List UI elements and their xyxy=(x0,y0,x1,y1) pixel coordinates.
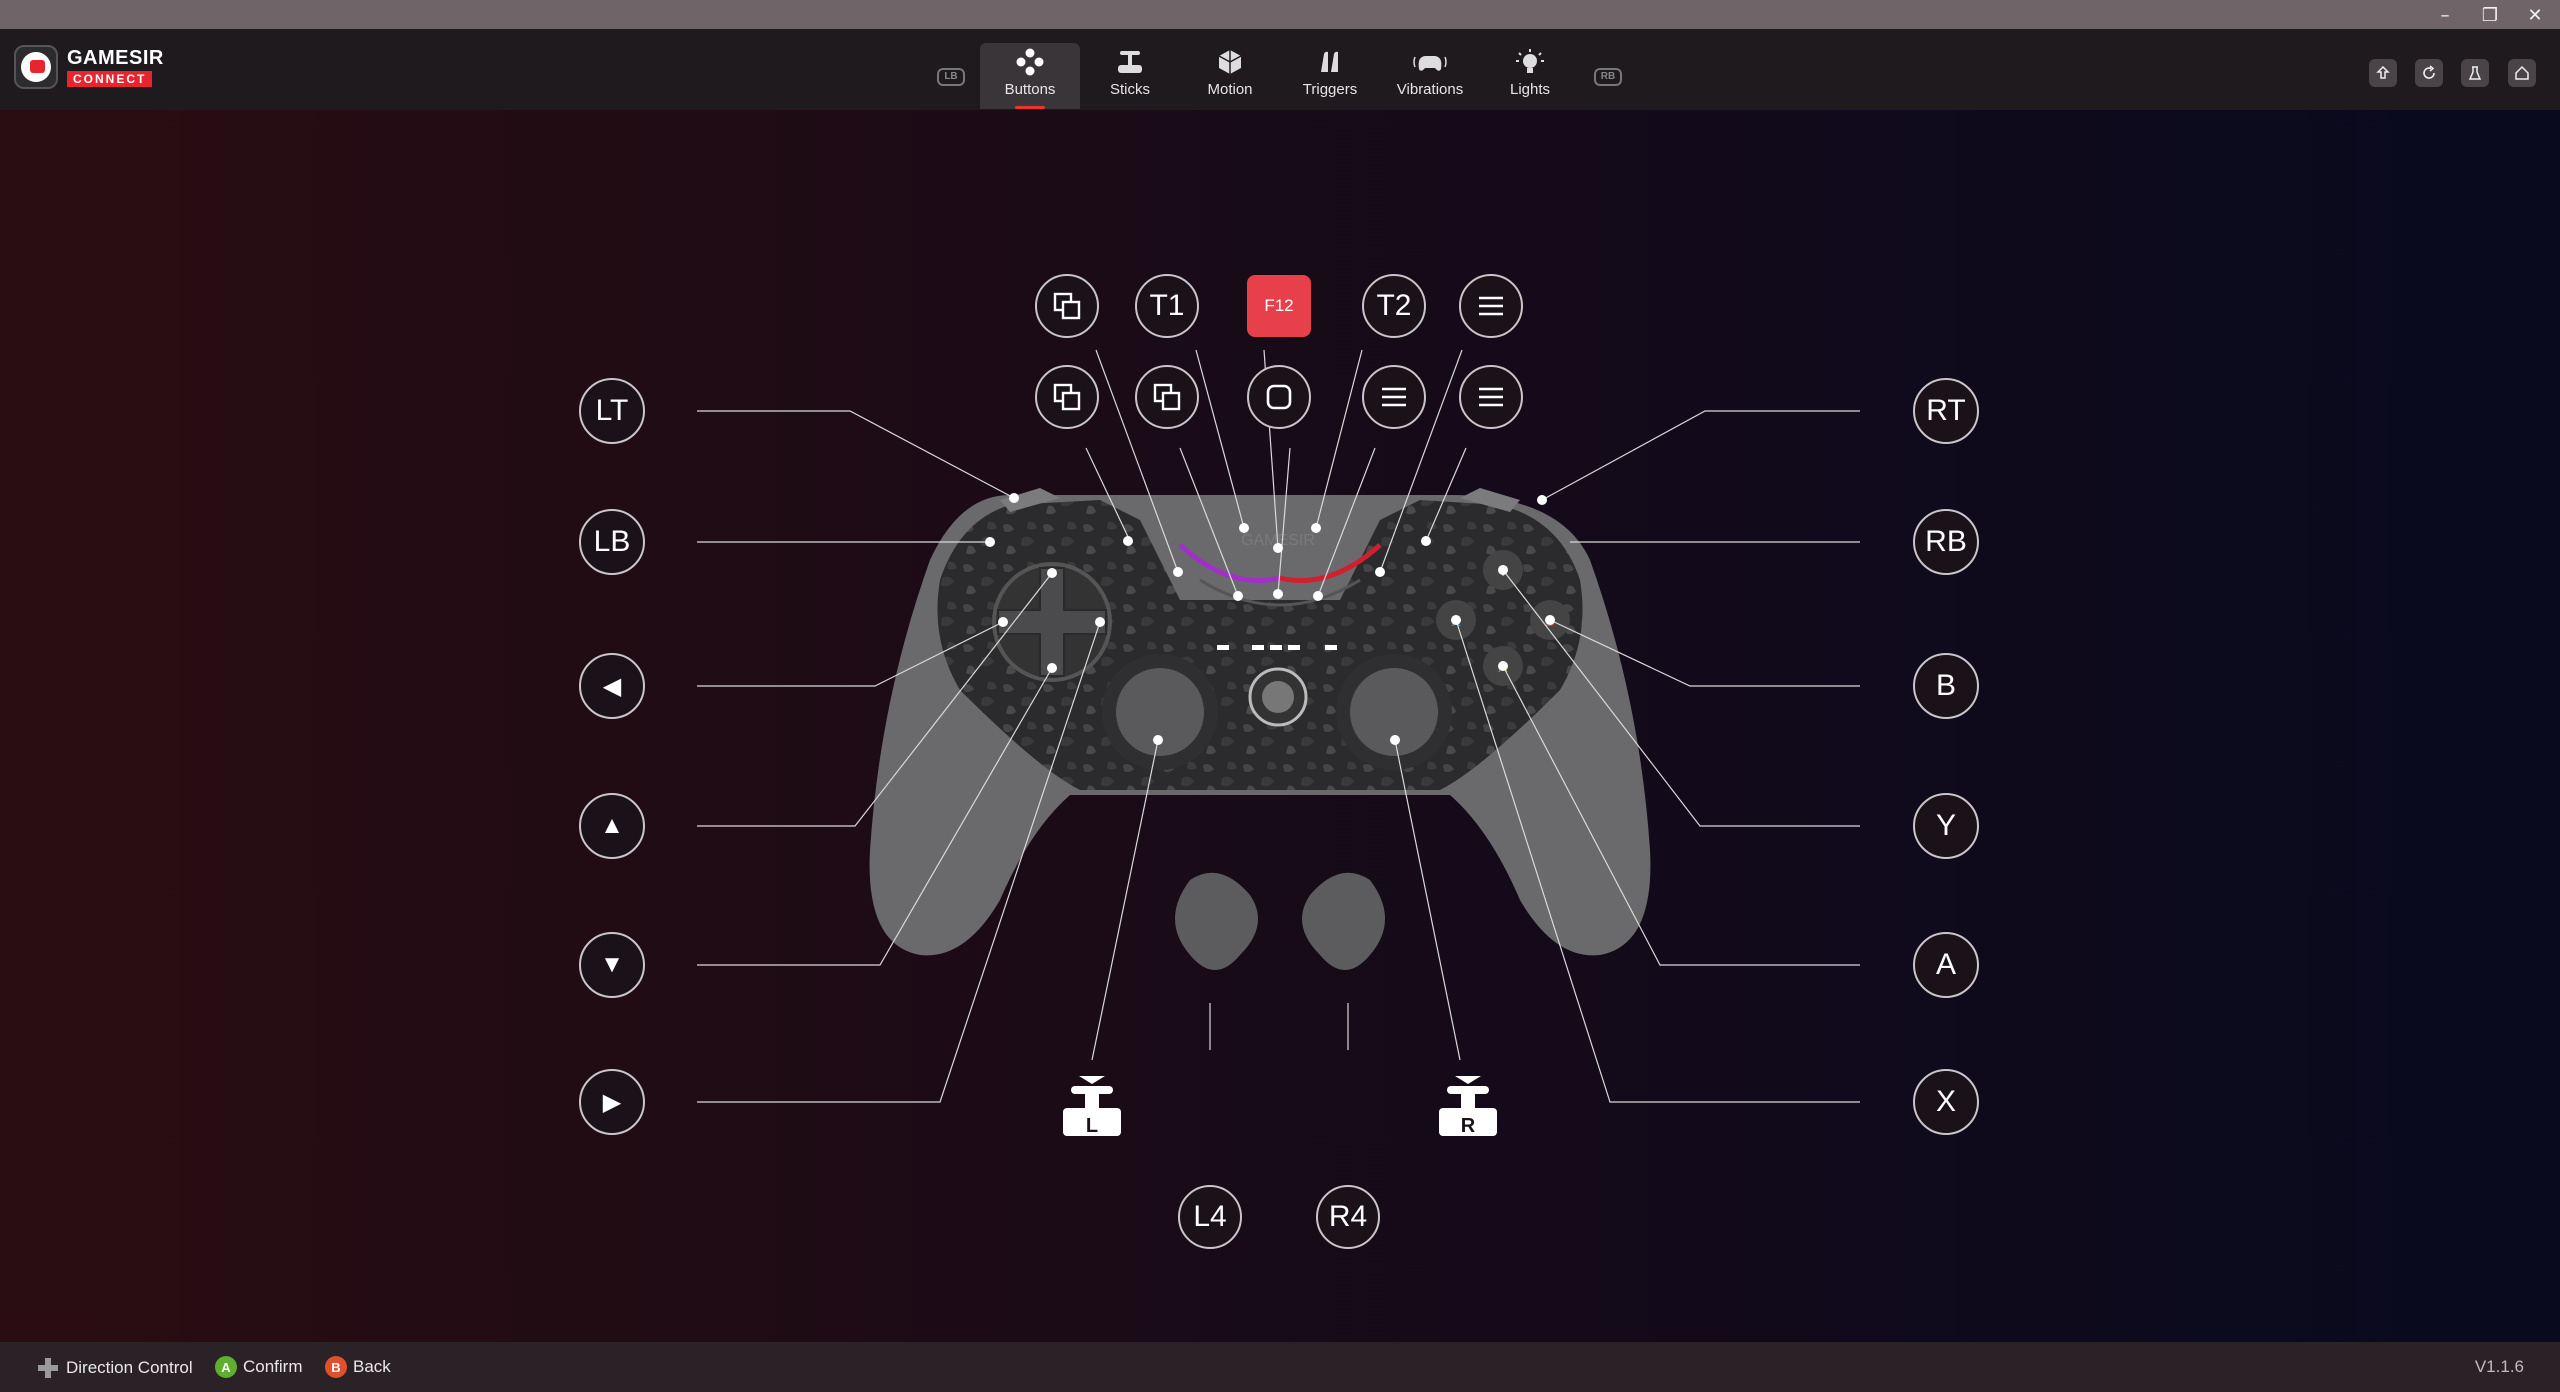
tab-buttons[interactable]: Buttons xyxy=(980,43,1080,109)
tab-motion[interactable]: Motion xyxy=(1180,43,1280,109)
view-icon xyxy=(1053,292,1081,320)
tab-label: Vibrations xyxy=(1396,81,1464,98)
r4-paddle xyxy=(1302,872,1385,970)
map-view-button[interactable] xyxy=(1035,274,1099,338)
triggers-icon xyxy=(1313,47,1347,77)
tab-label: Sticks xyxy=(1109,81,1150,98)
close-icon[interactable]: ✕ xyxy=(2515,3,2555,27)
logo-text: GAMESIR xyxy=(67,47,164,69)
tab-lights[interactable]: Lights xyxy=(1480,43,1580,109)
map-dpad-left-button[interactable]: ◀ xyxy=(579,653,645,719)
map-l3-stick-button[interactable]: L xyxy=(1057,1072,1127,1142)
lights-icon xyxy=(1513,47,1547,77)
a-button-icon: A xyxy=(215,1356,237,1378)
app-header: GAMESIR CONNECT LB Buttons Sticks Motion xyxy=(0,29,2560,110)
footer-confirm: A Confirm xyxy=(215,1356,303,1378)
app-version: V1.1.6 xyxy=(2474,1357,2524,1376)
home-icon[interactable] xyxy=(2508,59,2536,87)
tab-label: Buttons xyxy=(1004,81,1056,98)
view-icon xyxy=(1053,383,1081,411)
footer-back: B Back xyxy=(325,1356,391,1378)
title-bar: – ❐ ✕ xyxy=(0,0,2560,29)
tab-next-bumper[interactable]: RB xyxy=(1594,68,1622,86)
map-t2-button[interactable]: T2 xyxy=(1362,274,1426,338)
right-stick-press-icon: R xyxy=(1439,1076,1497,1137)
sticks-icon xyxy=(1113,47,1147,77)
tab-prev-bumper[interactable]: LB xyxy=(937,68,965,86)
b-button-icon: B xyxy=(325,1356,347,1378)
map-r3-stick-button[interactable]: R xyxy=(1433,1072,1503,1142)
map-lb-button[interactable]: LB xyxy=(579,509,645,575)
map-f12-key[interactable]: F12 xyxy=(1247,275,1311,337)
map-t1-button[interactable]: T1 xyxy=(1135,274,1199,338)
motion-icon xyxy=(1213,47,1247,77)
map-menu-button[interactable] xyxy=(1459,274,1523,338)
map-view-button[interactable] xyxy=(1135,365,1199,429)
reset-icon[interactable] xyxy=(2415,59,2443,87)
tab-label: Lights xyxy=(1509,81,1551,98)
map-a-button[interactable]: A xyxy=(1913,932,1979,998)
view-icon xyxy=(1153,383,1181,411)
tab-triggers[interactable]: Triggers xyxy=(1280,43,1380,109)
upload-icon[interactable] xyxy=(2369,59,2397,87)
menu-icon xyxy=(1479,387,1503,407)
map-dpad-up-button[interactable]: ▲ xyxy=(579,793,645,859)
capture-icon xyxy=(1266,384,1292,410)
dpad-icon xyxy=(38,1358,58,1378)
footer-direction: Direction Control xyxy=(36,1356,193,1380)
map-view-button[interactable] xyxy=(1035,365,1099,429)
mapping-stage: GAMESIR Y X B A xyxy=(0,110,2560,1342)
footer-back-label: Back xyxy=(353,1357,391,1376)
map-y-button[interactable]: Y xyxy=(1913,793,1979,859)
footer-bar: Direction Control A Confirm B Back V1.1.… xyxy=(0,1342,2560,1392)
menu-icon xyxy=(1479,296,1503,316)
map-lt-button[interactable]: LT xyxy=(579,378,645,444)
map-x-button[interactable]: X xyxy=(1913,1069,1979,1135)
gamesir-logo-icon xyxy=(14,45,58,89)
footer-confirm-label: Confirm xyxy=(243,1357,303,1376)
tab-sticks[interactable]: Sticks xyxy=(1080,43,1180,109)
svg-text:L: L xyxy=(1086,1115,1098,1137)
restore-icon[interactable]: ❐ xyxy=(2470,3,2510,27)
tab-vibrations[interactable]: Vibrations xyxy=(1380,43,1480,109)
map-menu-button[interactable] xyxy=(1459,365,1523,429)
menu-icon xyxy=(1382,387,1406,407)
map-l4-button[interactable]: L4 xyxy=(1178,1185,1242,1249)
test-icon[interactable] xyxy=(2461,59,2489,87)
map-b-button[interactable]: B xyxy=(1913,653,1979,719)
map-dpad-right-button[interactable]: ▶ xyxy=(579,1069,645,1135)
map-capture-button[interactable] xyxy=(1247,365,1311,429)
map-menu-button[interactable] xyxy=(1362,365,1426,429)
controller-body: GAMESIR Y X B A xyxy=(869,488,1651,956)
tab-label: Triggers xyxy=(1302,81,1358,98)
tab-label: Motion xyxy=(1207,81,1253,98)
buttons-icon xyxy=(1013,47,1047,77)
svg-text:R: R xyxy=(1461,1115,1476,1137)
footer-direction-label: Direction Control xyxy=(66,1358,193,1377)
minimize-icon[interactable]: – xyxy=(2425,3,2465,27)
map-r4-button[interactable]: R4 xyxy=(1316,1185,1380,1249)
map-dpad-down-button[interactable]: ▼ xyxy=(579,932,645,998)
left-stick-press-icon: L xyxy=(1063,1076,1121,1137)
map-rt-button[interactable]: RT xyxy=(1913,378,1979,444)
logo-sub: CONNECT xyxy=(67,71,153,87)
map-rb-button[interactable]: RB xyxy=(1913,509,1979,575)
l4-paddle xyxy=(1175,872,1258,970)
vibrations-icon xyxy=(1413,47,1447,77)
app-logo: GAMESIR CONNECT xyxy=(14,45,164,91)
